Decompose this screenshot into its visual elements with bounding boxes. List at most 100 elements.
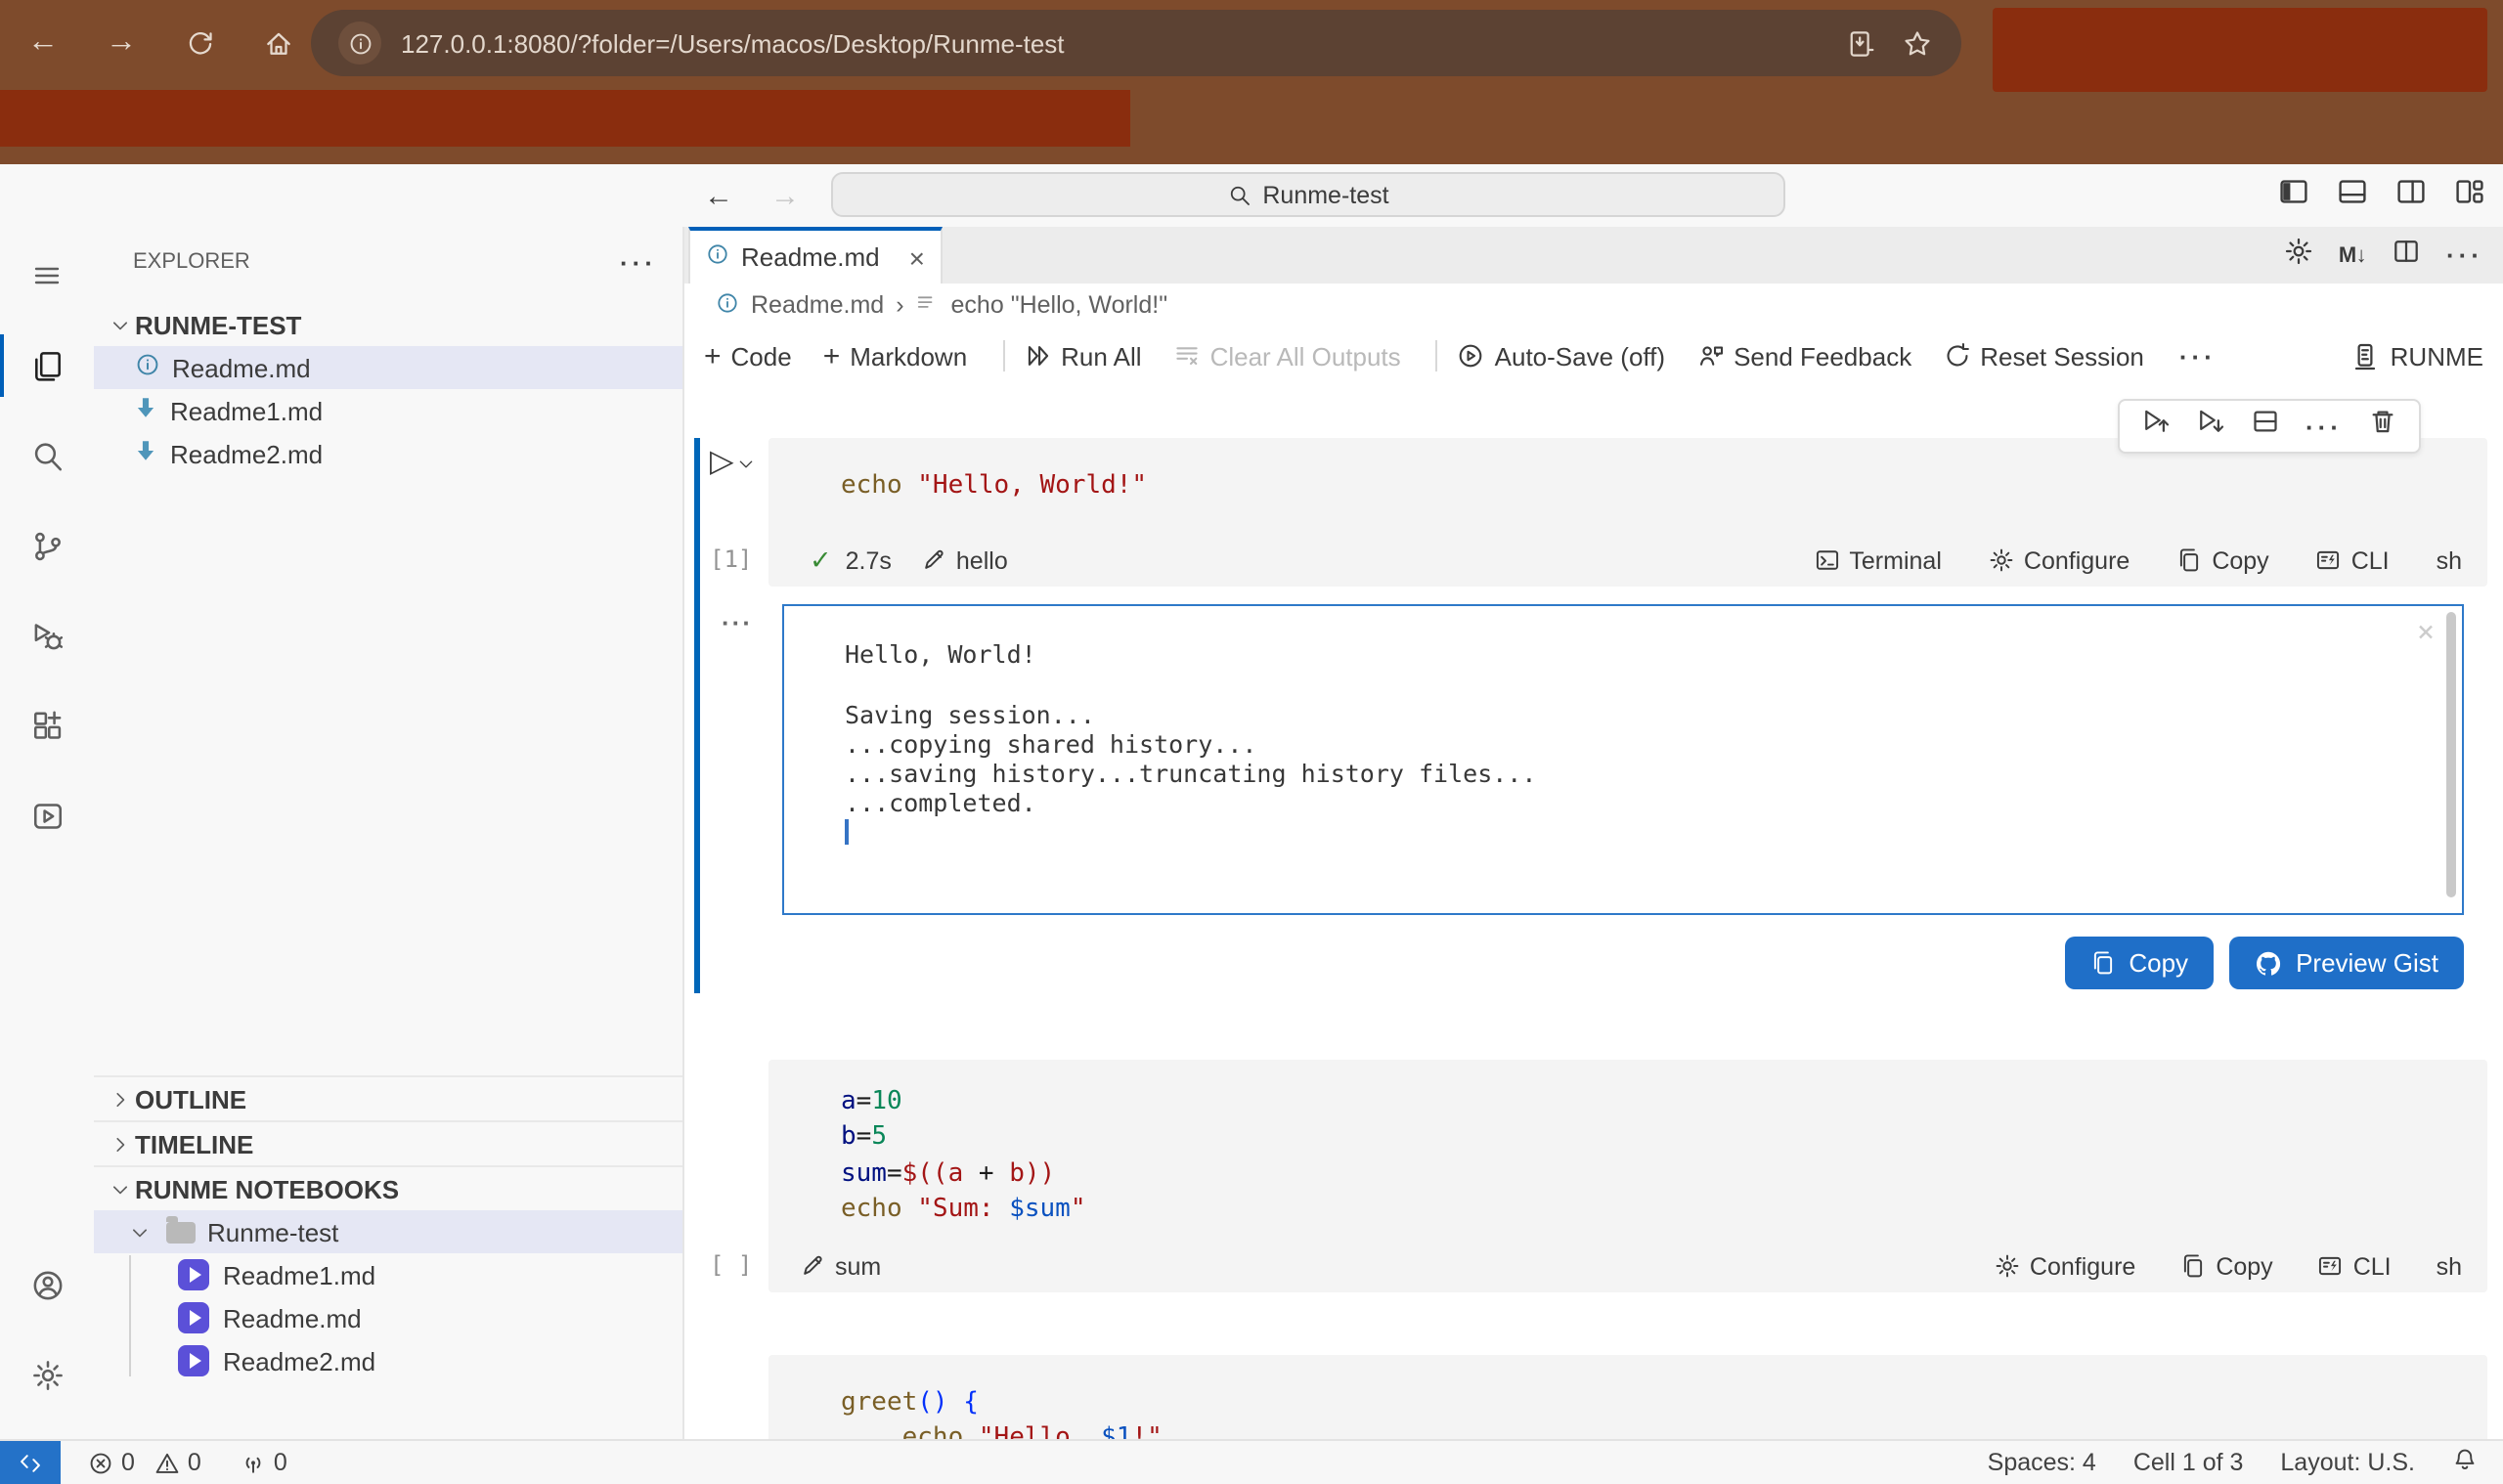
tab-readme[interactable]: Readme.md ×	[688, 227, 943, 284]
menu-hamburger-icon[interactable]	[0, 231, 94, 321]
terminal-output[interactable]: Hello, World! Saving session... ...copyi…	[782, 604, 2464, 915]
browser-home-icon[interactable]	[260, 28, 295, 58]
browser-reload-icon[interactable]	[182, 28, 217, 58]
sidebar-item-run-debug[interactable]	[0, 590, 94, 680]
tree-item-readme1[interactable]: Readme1.md	[94, 389, 682, 432]
code-cell-3[interactable]: greet() { echo "Hello, $1!"	[768, 1355, 2487, 1439]
sidebar-item-extensions[interactable]	[0, 680, 94, 770]
tree-root-folder[interactable]: RUNME-TEST	[94, 303, 682, 346]
runme-brand[interactable]: RUNME	[2351, 341, 2483, 371]
send-feedback-button[interactable]: Send Feedback	[1696, 341, 1911, 371]
add-code-button[interactable]: + Code	[704, 339, 792, 372]
install-app-icon[interactable]	[1844, 28, 1879, 58]
error-icon	[88, 1450, 113, 1475]
settings-gear-icon[interactable]	[0, 1330, 94, 1419]
reset-session-button[interactable]: Reset Session	[1943, 341, 2144, 371]
cell-name-button[interactable]: hello	[921, 546, 1008, 574]
run-cell-button[interactable]: ▷	[710, 446, 756, 481]
execution-order-label: [1]	[710, 546, 752, 573]
remote-indicator[interactable]	[0, 1441, 61, 1484]
output-scrollbar[interactable]	[2446, 612, 2456, 897]
tab-bar: Readme.md × M↓ ···	[684, 227, 2503, 284]
cli-icon	[2318, 1253, 2344, 1279]
execute-above-icon[interactable]	[2141, 407, 2171, 446]
sidebar-more-icon[interactable]: ···	[620, 247, 657, 277]
editor-more-icon[interactable]: ···	[2446, 240, 2483, 270]
gist-copy-button[interactable]: Copy	[2064, 937, 2214, 989]
autosave-button[interactable]: Auto-Save (off)	[1458, 341, 1665, 371]
clear-all-outputs-button[interactable]: Clear All Outputs	[1173, 341, 1401, 371]
problems-warnings[interactable]: 0	[154, 1449, 201, 1476]
browser-back-icon[interactable]: ←	[25, 25, 61, 61]
split-cell-icon[interactable]	[2251, 407, 2280, 446]
breadcrumb-cell[interactable]: echo "Hello, World!"	[951, 291, 1168, 319]
ports-indicator[interactable]: 0	[241, 1449, 287, 1476]
editor-actions: M↓ ···	[2284, 227, 2483, 284]
notebook-item-readme[interactable]: Readme.md	[94, 1296, 682, 1339]
output-menu-icon[interactable]: ···	[722, 608, 753, 637]
sidebar-item-explorer[interactable]	[0, 321, 94, 411]
configure-button[interactable]: Configure	[1995, 1252, 2135, 1280]
sidebar-item-runme[interactable]	[0, 770, 94, 860]
split-editor-icon[interactable]	[2392, 236, 2421, 275]
delete-cell-icon[interactable]	[2368, 407, 2397, 446]
browser-forward-icon[interactable]: →	[104, 25, 139, 61]
history-forward-icon[interactable]: →	[770, 164, 800, 227]
add-markdown-button[interactable]: + Markdown	[823, 339, 967, 372]
clear-outputs-icon	[1173, 342, 1201, 370]
output-close-icon[interactable]: ×	[2417, 618, 2435, 647]
section-outline[interactable]: OUTLINE	[94, 1075, 682, 1120]
cell-name-label: sum	[835, 1252, 881, 1280]
address-bar[interactable]: 127.0.0.1:8080/?folder=/Users/macos/Desk…	[311, 10, 1961, 76]
cell-position-indicator[interactable]: Cell 1 of 3	[2133, 1449, 2244, 1476]
copy-button[interactable]: Copy	[2180, 1252, 2272, 1280]
run-all-button[interactable]: Run All	[1024, 341, 1141, 371]
notebook-folder-row[interactable]: Runme-test	[94, 1210, 682, 1253]
sidebar-item-source-control[interactable]	[0, 501, 94, 590]
history-back-icon[interactable]: ←	[704, 164, 733, 227]
configure-button[interactable]: Configure	[1989, 546, 2130, 574]
cell-name-button[interactable]: sum	[800, 1252, 881, 1280]
cli-button[interactable]: CLI	[2318, 1252, 2392, 1280]
notebook-scroll-area[interactable]: ··· ▷ [1] echo "Hello, World!" ✓	[684, 385, 2503, 1439]
problems-errors[interactable]: 0	[88, 1449, 135, 1476]
terminal-button[interactable]: Terminal	[1814, 546, 1942, 574]
notebook-file-list: Readme1.md Readme.md Readme2.md	[94, 1253, 682, 1382]
customize-layout-icon[interactable]	[2454, 175, 2485, 216]
open-markdown-icon[interactable]: M↓	[2339, 243, 2366, 267]
indent-indicator[interactable]: Spaces: 4	[1988, 1449, 2096, 1476]
notebook-settings-gear-icon[interactable]	[2284, 236, 2313, 275]
toolbar-more-icon[interactable]: ···	[2179, 341, 2217, 371]
sidebar-item-search[interactable]	[0, 411, 94, 501]
cell-2-editor[interactable]: a=10 b=5 sum=$((a + b)) echo "Sum: $sum"	[768, 1060, 2487, 1240]
tree-item-readme[interactable]: Readme.md	[94, 346, 682, 389]
toggle-secondary-sidebar-icon[interactable]	[2395, 175, 2427, 216]
preview-gist-button[interactable]: Preview Gist	[2229, 937, 2464, 989]
notebook-item-readme1[interactable]: Readme1.md	[94, 1253, 682, 1296]
command-center[interactable]: Runme-test	[831, 172, 1785, 217]
bookmark-star-icon[interactable]	[1899, 28, 1934, 58]
site-info-icon[interactable]	[338, 22, 381, 65]
language-badge: sh	[2437, 546, 2462, 574]
runme-logo-icon	[2351, 341, 2381, 371]
notebook-item-readme2[interactable]: Readme2.md	[94, 1339, 682, 1382]
title-bar: ← → Runme-test	[0, 164, 2503, 227]
section-timeline[interactable]: TIMELINE	[94, 1120, 682, 1165]
url-text[interactable]: 127.0.0.1:8080/?folder=/Users/macos/Desk…	[401, 28, 1065, 58]
account-icon[interactable]	[0, 1240, 94, 1330]
section-runme-notebooks[interactable]: RUNME NOTEBOOKS	[94, 1165, 682, 1210]
cell-more-icon[interactable]: ···	[2305, 412, 2343, 441]
code-cell-1: echo "Hello, World!" ✓ 2.7s hello	[768, 438, 2487, 587]
keyboard-layout-indicator[interactable]: Layout: U.S.	[2280, 1449, 2415, 1476]
tab-close-icon[interactable]: ×	[909, 243, 925, 271]
toggle-sidebar-icon[interactable]	[2278, 175, 2309, 216]
execute-below-icon[interactable]	[2196, 407, 2225, 446]
breadcrumb-file[interactable]: Readme.md	[751, 291, 884, 319]
tree-item-readme2[interactable]: Readme2.md	[94, 432, 682, 475]
cli-button[interactable]: CLI	[2316, 546, 2390, 574]
cell-1-output-row: ··· Hello, World! Saving session... ...c…	[782, 604, 2464, 915]
toggle-panel-icon[interactable]	[2337, 175, 2368, 216]
notifications-bell-icon[interactable]	[2452, 1447, 2478, 1478]
copy-button[interactable]: Copy	[2176, 546, 2268, 574]
copy-icon	[2180, 1253, 2206, 1279]
